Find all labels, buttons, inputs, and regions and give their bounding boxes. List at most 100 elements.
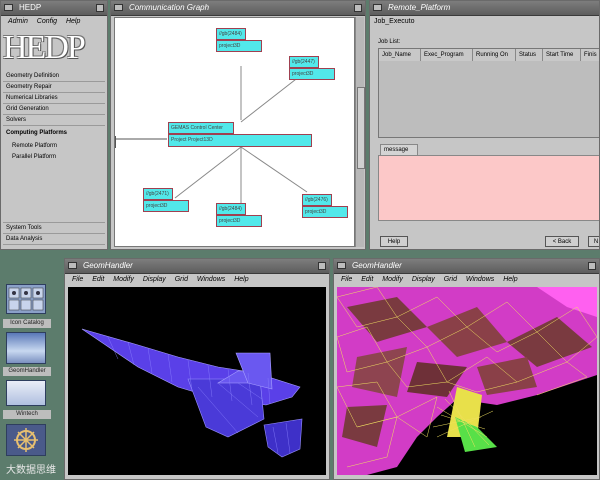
graph-node-project[interactable]: project3D bbox=[143, 200, 189, 212]
communication-graph-window: Communication Graph GEMAS Control Center… bbox=[110, 0, 366, 250]
geomhandler-window-1: GeomHandler File Edit Modify Display Gri… bbox=[64, 258, 330, 480]
geom2-title: GeomHandler bbox=[352, 261, 402, 270]
wintech-label: Wintech bbox=[3, 410, 51, 419]
maximize-icon[interactable] bbox=[318, 262, 326, 270]
nav-item-grid-generation[interactable]: Grid Generation bbox=[3, 104, 105, 115]
back-button[interactable]: < Back bbox=[545, 236, 579, 247]
nav-item-geometry-definition[interactable]: Geometry Definition bbox=[3, 71, 105, 82]
menu-edit[interactable]: Edit bbox=[92, 274, 104, 286]
nav-item-system-tools[interactable]: System Tools bbox=[3, 222, 105, 234]
graph-node-host[interactable]: //gb(2484) bbox=[216, 28, 246, 40]
menu-admin[interactable]: Admin bbox=[8, 16, 28, 28]
menu-help[interactable]: Help bbox=[66, 16, 80, 28]
menu-help[interactable]: Help bbox=[234, 274, 248, 286]
nav-item-numerical-libraries[interactable]: Numerical Libraries bbox=[3, 93, 105, 104]
hedp-logo: HEDP bbox=[3, 29, 86, 66]
menu-grid[interactable]: Grid bbox=[175, 274, 188, 286]
graph-node-host[interactable]: //gb(2484) bbox=[216, 203, 246, 215]
column-header[interactable]: Start Time bbox=[543, 49, 581, 61]
helm-wheel-icon[interactable] bbox=[6, 424, 46, 456]
column-header[interactable]: Exec_Program bbox=[421, 49, 473, 61]
vertical-scrollbar[interactable] bbox=[355, 17, 365, 247]
hedp-titlebar[interactable]: HEDP bbox=[1, 1, 107, 16]
window-menu-icon[interactable] bbox=[114, 4, 123, 11]
scrollbar-thumb[interactable] bbox=[357, 87, 365, 169]
menu-grid[interactable]: Grid bbox=[444, 274, 457, 286]
graph-node-project[interactable]: project3D bbox=[302, 206, 348, 218]
remote-titlebar[interactable]: Remote_Platform bbox=[370, 1, 599, 16]
aircraft-wireframe bbox=[81, 328, 303, 458]
menu-display[interactable]: Display bbox=[143, 274, 166, 286]
maximize-icon[interactable] bbox=[588, 262, 596, 270]
next-button[interactable]: N bbox=[588, 236, 599, 247]
remote-platform-window: Remote_Platform Job_Executo Job List: Jo… bbox=[369, 0, 600, 250]
graph-canvas[interactable]: GEMAS Control Center Project Project13D … bbox=[114, 17, 355, 247]
graph-node-host[interactable]: //gb(2447) bbox=[289, 56, 319, 68]
geomhandler-label: GeomHandler bbox=[3, 367, 51, 376]
mesh-viewport[interactable] bbox=[337, 287, 597, 475]
menu-display[interactable]: Display bbox=[412, 274, 435, 286]
job-list-label: Job List: bbox=[378, 39, 401, 45]
nav-item-geometry-repair[interactable]: Geometry Repair bbox=[3, 82, 105, 93]
job-executor-label: Job_Executo bbox=[374, 18, 415, 25]
hedp-window: HEDP Admin Config Help HEDP Geometry Def… bbox=[0, 0, 108, 250]
remote-title: Remote_Platform bbox=[388, 3, 451, 12]
geom1-title: GeomHandler bbox=[83, 261, 133, 270]
menu-modify[interactable]: Modify bbox=[382, 274, 403, 286]
nav-item-data-analysis[interactable]: Data Analysis bbox=[3, 234, 105, 245]
geom1-titlebar[interactable]: GeomHandler bbox=[65, 259, 329, 274]
geom2-menubar: File Edit Modify Display Grid Windows He… bbox=[334, 274, 599, 286]
helm-wheel-glyph bbox=[14, 428, 38, 452]
comm-titlebar[interactable]: Communication Graph bbox=[111, 1, 365, 16]
geomhandler-dock-icon[interactable] bbox=[6, 332, 46, 364]
geom2-titlebar[interactable]: GeomHandler bbox=[334, 259, 599, 274]
hedp-title: HEDP bbox=[19, 3, 42, 12]
nav-bottom: System Tools Data Analysis bbox=[3, 222, 105, 245]
graph-node-host[interactable]: //gb(2476) bbox=[302, 194, 332, 206]
icon-catalog-label: Icon Catalog bbox=[3, 319, 51, 328]
maximize-icon[interactable] bbox=[354, 4, 362, 12]
help-button[interactable]: Help bbox=[380, 236, 408, 247]
menu-help[interactable]: Help bbox=[503, 274, 517, 286]
aircraft-viewport[interactable] bbox=[68, 287, 326, 475]
mesh-render bbox=[337, 287, 597, 475]
graph-center-node-title[interactable]: GEMAS Control Center bbox=[168, 122, 234, 134]
window-menu-icon[interactable] bbox=[4, 4, 13, 11]
icon-catalog-icon[interactable] bbox=[6, 284, 46, 314]
nav-item-computing-platforms[interactable]: Computing Platforms bbox=[3, 128, 105, 138]
graph-node-project[interactable]: project3D bbox=[289, 68, 335, 80]
column-header[interactable]: Running On bbox=[473, 49, 516, 61]
window-menu-icon[interactable] bbox=[337, 262, 346, 269]
nav-subitem-remote-platform[interactable]: Remote Platform bbox=[3, 141, 105, 152]
menu-windows[interactable]: Windows bbox=[197, 274, 225, 286]
graph-node-project[interactable]: project3D bbox=[216, 215, 262, 227]
maximize-icon[interactable] bbox=[96, 4, 104, 12]
menu-windows[interactable]: Windows bbox=[466, 274, 494, 286]
graph-node-host[interactable]: //gb(2471) bbox=[143, 188, 173, 200]
watermark-text: 大数据思维 bbox=[6, 465, 56, 476]
geom1-menubar: File Edit Modify Display Grid Windows He… bbox=[65, 274, 329, 286]
window-menu-icon[interactable] bbox=[68, 262, 77, 269]
icon-dock: Icon Catalog GeomHandler Wintech bbox=[0, 252, 62, 480]
geomhandler-window-2: GeomHandler File Edit Modify Display Gri… bbox=[333, 258, 600, 480]
menu-config[interactable]: Config bbox=[37, 16, 57, 28]
column-header[interactable]: Job_Name bbox=[379, 49, 421, 61]
wintech-icon[interactable] bbox=[6, 380, 46, 406]
icon-catalog-glyphs bbox=[8, 287, 44, 311]
nav-subitem-parallel-platform[interactable]: Parallel Platform bbox=[3, 152, 105, 163]
menu-modify[interactable]: Modify bbox=[113, 274, 134, 286]
nav-list: Geometry Definition Geometry Repair Nume… bbox=[3, 71, 105, 163]
column-header[interactable]: Finis bbox=[581, 49, 599, 61]
column-header[interactable]: Status bbox=[516, 49, 543, 61]
menu-edit[interactable]: Edit bbox=[361, 274, 373, 286]
menu-file[interactable]: File bbox=[341, 274, 352, 286]
job-table[interactable]: Job_Name Exec_Program Running On Status … bbox=[378, 48, 599, 138]
message-area[interactable] bbox=[378, 155, 599, 221]
graph-node-project[interactable]: project3D bbox=[216, 40, 262, 52]
graph-center-node-project[interactable]: Project Project13D bbox=[168, 134, 312, 147]
window-menu-icon[interactable] bbox=[373, 4, 382, 11]
menu-file[interactable]: File bbox=[72, 274, 83, 286]
comm-title: Communication Graph bbox=[129, 3, 210, 12]
nav-item-solvers[interactable]: Solvers bbox=[3, 115, 105, 126]
message-tab[interactable]: message bbox=[380, 144, 418, 155]
